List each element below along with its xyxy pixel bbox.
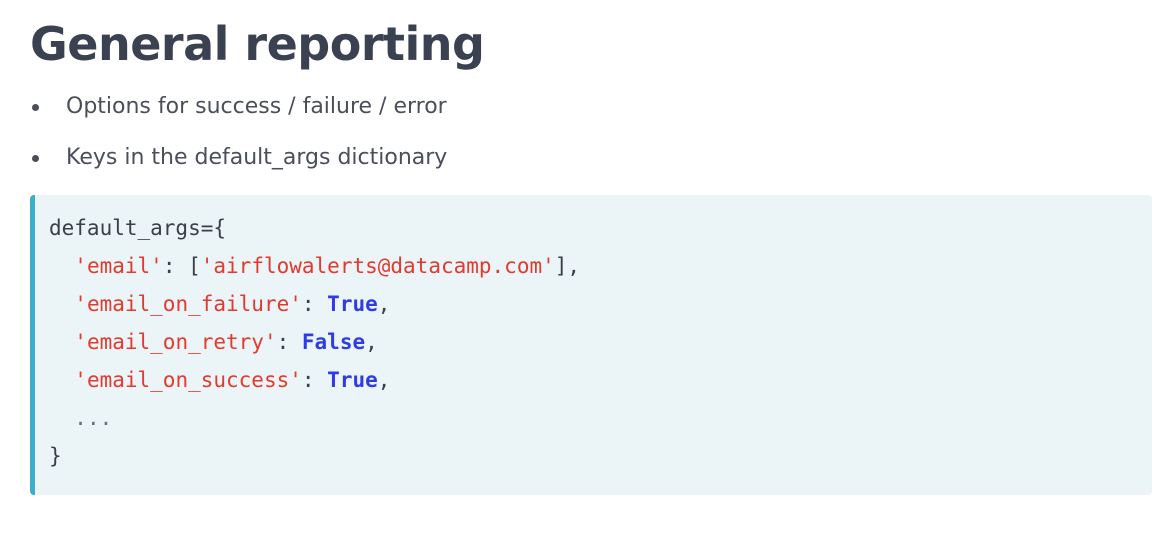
code-key-email-on-retry: 'email_on_retry' [74, 330, 277, 354]
code-line: 'email_on_success': True, [74, 368, 391, 392]
code-key-email: 'email' [74, 254, 163, 278]
bullet-text: Keys in the default_args dictionary [66, 145, 448, 170]
code-key-email-on-success: 'email_on_success' [74, 368, 302, 392]
slide: General reporting Options for success / … [30, 0, 1152, 495]
code-block: default_args={ 'email': ['airflowalerts@… [30, 195, 1152, 495]
bullet-list: Options for success / failure / error Ke… [30, 92, 1152, 173]
page-title: General reporting [30, 17, 485, 71]
list-item: Keys in the default_args dictionary [30, 143, 1152, 173]
code-key-email-on-failure: 'email_on_failure' [74, 292, 302, 316]
bullet-dot-icon [32, 104, 39, 111]
bullet-text: Options for success / failure / error [66, 94, 447, 119]
bullet-dot-icon [32, 155, 39, 162]
code-ellipsis: ... [74, 406, 113, 430]
code-line: 'email_on_retry': False, [74, 330, 378, 354]
code-declaration: default_args={ [49, 216, 227, 240]
code-value-email: 'airflowalerts@datacamp.com' [200, 254, 555, 278]
code-closing-brace: } [49, 444, 62, 468]
code-value-email-on-retry: False [301, 330, 366, 354]
code-value-email-on-success: True [327, 368, 378, 392]
code-line: 'email': ['airflowalerts@datacamp.com'], [74, 254, 581, 278]
list-item: Options for success / failure / error [30, 92, 1152, 122]
code-value-email-on-failure: True [327, 292, 378, 316]
code-line: } [49, 437, 1152, 475]
code-line: ... [49, 399, 1152, 437]
code-line: default_args={ [49, 209, 1152, 247]
code-line: 'email_on_failure': True, [74, 292, 391, 316]
